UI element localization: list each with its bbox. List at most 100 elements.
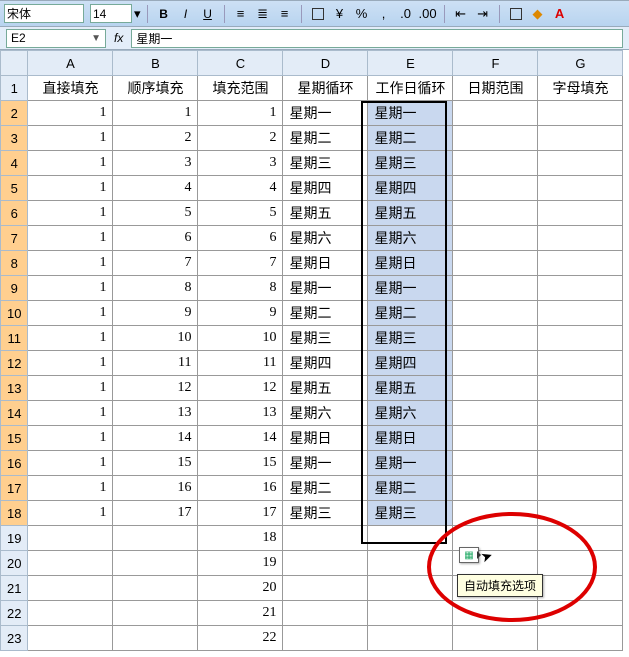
font-color-button[interactable]: A [550,4,570,24]
cell[interactable]: 1 [113,101,198,126]
underline-button[interactable]: U [198,4,218,24]
cell[interactable]: 星期二 [368,301,453,326]
cell[interactable]: 1 [28,126,113,151]
cell[interactable] [453,176,538,201]
cell[interactable] [283,526,368,551]
cell[interactable] [453,376,538,401]
cell[interactable]: 星期循环 [283,76,368,101]
row-header[interactable]: 10 [1,301,28,326]
fx-label[interactable]: fx [114,31,123,45]
cell[interactable]: 1 [28,376,113,401]
cell[interactable]: 18 [198,526,283,551]
col-header[interactable]: A [28,51,113,76]
cell[interactable]: 星期二 [283,476,368,501]
cell[interactable] [538,526,623,551]
cell[interactable]: 7 [198,251,283,276]
cell[interactable]: 1 [28,276,113,301]
percent-button[interactable]: % [352,4,372,24]
cell[interactable]: 星期二 [283,126,368,151]
cell[interactable] [453,426,538,451]
cell[interactable]: 16 [198,476,283,501]
cell[interactable]: 15 [198,451,283,476]
dropdown-icon[interactable]: ▾ [134,7,141,20]
cell[interactable]: 星期四 [368,176,453,201]
cell[interactable] [113,576,198,601]
cell[interactable]: 星期日 [283,426,368,451]
cell[interactable]: 星期三 [283,326,368,351]
cell[interactable]: 星期日 [368,426,453,451]
cell[interactable]: 星期一 [368,101,453,126]
cell[interactable]: 5 [198,201,283,226]
align-right-button[interactable]: ≡ [275,4,295,24]
cell[interactable]: 3 [198,151,283,176]
cell[interactable]: 15 [113,451,198,476]
row-header[interactable]: 2 [1,101,28,126]
cell[interactable]: 17 [198,501,283,526]
cell[interactable] [453,326,538,351]
row-header[interactable]: 16 [1,451,28,476]
cell[interactable] [368,601,453,626]
cell[interactable] [538,426,623,451]
cell[interactable] [28,601,113,626]
cell[interactable] [538,251,623,276]
cell[interactable] [538,351,623,376]
cell[interactable]: 3 [113,151,198,176]
align-left-button[interactable]: ≡ [231,4,251,24]
cell[interactable]: 星期一 [283,451,368,476]
increase-indent-button[interactable]: ⇥ [473,4,493,24]
col-header[interactable]: B [113,51,198,76]
cell[interactable] [453,351,538,376]
cell[interactable] [453,626,538,651]
cell[interactable]: 星期二 [368,476,453,501]
cell[interactable] [538,126,623,151]
row-header[interactable]: 1 [1,76,28,101]
cell[interactable] [453,226,538,251]
cell[interactable]: 星期四 [283,351,368,376]
cell[interactable]: 1 [28,201,113,226]
cell[interactable] [538,376,623,401]
cell[interactable] [113,626,198,651]
cell[interactable]: 16 [113,476,198,501]
cell[interactable]: 直接填充 [28,76,113,101]
cell[interactable]: 9 [198,301,283,326]
cell[interactable] [368,551,453,576]
cell[interactable]: 星期二 [283,301,368,326]
row-header[interactable]: 8 [1,251,28,276]
cell[interactable]: 星期一 [283,276,368,301]
row-header[interactable]: 19 [1,526,28,551]
cell[interactable]: 19 [198,551,283,576]
cell[interactable]: 星期四 [368,351,453,376]
cell[interactable]: 2 [198,126,283,151]
cell[interactable] [283,626,368,651]
cell[interactable]: 12 [113,376,198,401]
cell[interactable]: 17 [113,501,198,526]
cell[interactable]: 22 [198,626,283,651]
cell[interactable]: 星期六 [283,401,368,426]
row-header[interactable]: 23 [1,626,28,651]
cell[interactable]: 星期日 [283,251,368,276]
cell[interactable] [538,476,623,501]
cell[interactable]: 8 [198,276,283,301]
cell[interactable]: 星期六 [368,226,453,251]
row-header[interactable]: 21 [1,576,28,601]
cell[interactable]: 13 [113,401,198,426]
cell[interactable]: 9 [113,301,198,326]
cell[interactable] [538,326,623,351]
col-header[interactable]: E [368,51,453,76]
cell[interactable] [538,101,623,126]
cell[interactable]: 6 [198,226,283,251]
formula-bar[interactable]: 星期一 [131,29,623,48]
cell[interactable] [283,551,368,576]
col-header[interactable]: D [283,51,368,76]
currency-button[interactable]: ¥ [330,4,350,24]
cell[interactable] [453,251,538,276]
cell[interactable]: 1 [28,226,113,251]
row-header[interactable]: 3 [1,126,28,151]
cell[interactable] [538,451,623,476]
cell[interactable] [453,126,538,151]
cell[interactable]: 星期六 [283,226,368,251]
fill-color-button[interactable]: ◆ [528,4,548,24]
cell[interactable]: 工作日循环 [368,76,453,101]
cell[interactable]: 星期一 [368,276,453,301]
cell[interactable] [368,626,453,651]
